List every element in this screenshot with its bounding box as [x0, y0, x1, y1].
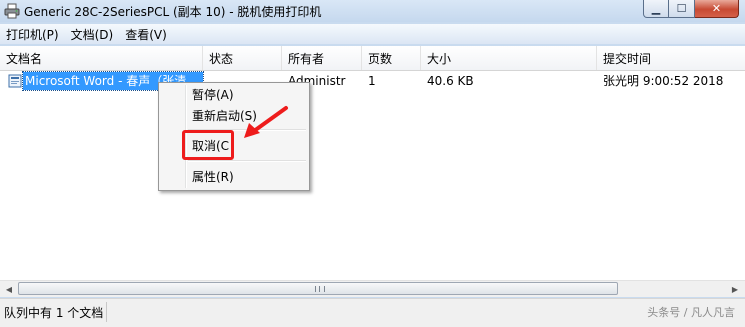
- printer-icon: [4, 3, 20, 19]
- printer-queue-window: Generic 28C-2SeriesPCL (副本 10) - 脱机使用打印机…: [0, 0, 745, 327]
- maximize-button[interactable]: ☐: [669, 0, 695, 18]
- pages-cell: 1: [368, 74, 376, 88]
- status-text: 队列中有 1 个文档: [4, 306, 104, 320]
- grip-icon: [315, 286, 325, 292]
- annotation-highlight-box: [182, 130, 234, 160]
- menu-printer[interactable]: 打印机(P): [0, 26, 65, 43]
- column-header-document-name[interactable]: 文档名: [0, 46, 203, 70]
- column-header-pages[interactable]: 页数: [362, 46, 421, 70]
- minimize-button[interactable]: ▁: [643, 0, 669, 18]
- column-header-status[interactable]: 状态: [203, 46, 282, 70]
- column-header-size[interactable]: 大小: [421, 46, 597, 70]
- close-button[interactable]: ✕: [695, 0, 739, 18]
- size-cell: 40.6 KB: [427, 74, 474, 88]
- menu-separator: [188, 160, 306, 162]
- menu-item-properties[interactable]: 属性(R): [192, 167, 234, 187]
- list-header: 文档名 状态 所有者 页数 大小 提交时间: [0, 46, 745, 71]
- print-document-icon: [8, 74, 22, 88]
- scrollbar-thumb[interactable]: [18, 282, 618, 295]
- column-header-owner[interactable]: 所有者: [282, 46, 362, 70]
- menu-item-pause[interactable]: 暂停(A): [192, 85, 234, 105]
- window-controls: ▁ ☐ ✕: [643, 0, 739, 19]
- scroll-left-icon[interactable]: ◀: [1, 282, 17, 296]
- scroll-right-icon[interactable]: ▶: [727, 282, 743, 296]
- table-row[interactable]: Microsoft Word - 春声（张清 Administr 1 40.6 …: [0, 71, 745, 91]
- maximize-icon: ☐: [676, 2, 687, 15]
- menu-bar: 打印机(P) 文档(D) 查看(V): [0, 24, 745, 44]
- window-title: Generic 28C-2SeriesPCL (副本 10) - 脱机使用打印机: [24, 5, 322, 19]
- menu-view[interactable]: 查看(V): [119, 26, 173, 43]
- horizontal-scrollbar[interactable]: ◀ ▶: [0, 280, 745, 297]
- column-header-submitted[interactable]: 提交时间: [597, 46, 745, 70]
- title-bar[interactable]: Generic 28C-2SeriesPCL (副本 10) - 脱机使用打印机…: [0, 0, 745, 22]
- menu-document[interactable]: 文档(D): [65, 26, 120, 43]
- status-bar: 队列中有 1 个文档 头条号 / 凡人凡言: [0, 298, 745, 327]
- document-list[interactable]: 文档名 状态 所有者 页数 大小 提交时间 Microsoft Word - 春…: [0, 46, 745, 296]
- watermark: 头条号 / 凡人凡言: [647, 306, 735, 319]
- close-icon: ✕: [711, 2, 722, 15]
- submitted-cell: 张光明 9:00:52 2018: [603, 74, 724, 88]
- status-divider: [106, 302, 107, 322]
- annotation-arrow-icon: [244, 106, 288, 138]
- minimize-icon: ▁: [651, 2, 661, 15]
